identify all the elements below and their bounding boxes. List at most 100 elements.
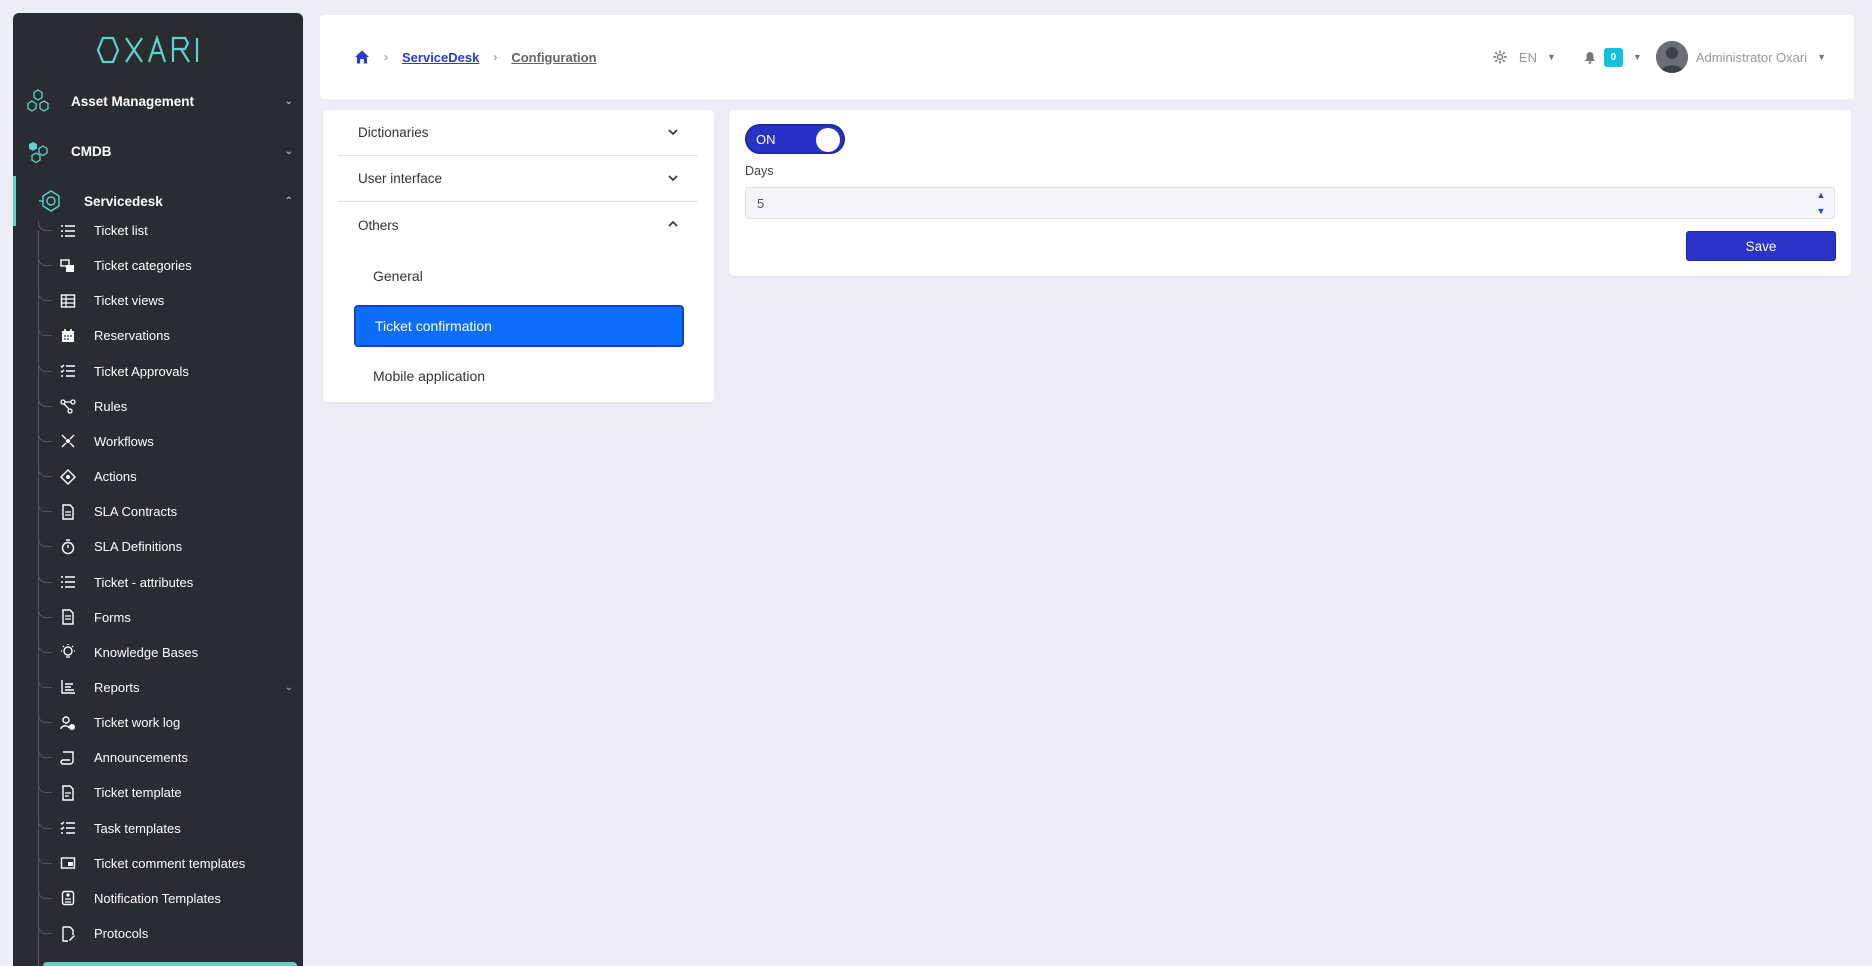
breadcrumb: › ServiceDesk › Configuration <box>354 15 597 99</box>
option-general[interactable]: General <box>354 255 684 297</box>
sidebar-item-ticket-list[interactable]: Ticket list <box>13 213 303 248</box>
sidebar-item-announcements[interactable]: Announcements <box>13 740 303 775</box>
increment-icon[interactable]: ▲ <box>1817 190 1826 200</box>
avatar <box>1655 41 1688 73</box>
active-item-indicator <box>43 962 297 966</box>
sidebar-item-forms[interactable]: Forms <box>13 600 303 635</box>
chevron-up-icon: ⌃ <box>284 195 293 207</box>
tree-connector <box>38 783 52 794</box>
tree-connector <box>38 502 52 513</box>
user-name: Administrator Oxari <box>1695 49 1808 65</box>
section-label: Dictionaries <box>358 125 429 140</box>
sidebar-item-actions[interactable]: Actions <box>13 459 303 494</box>
tree-connector <box>38 396 52 407</box>
comment-template-icon <box>60 855 76 871</box>
tree-connector <box>38 748 52 759</box>
sidebar-item-notification-templates[interactable]: Notification Templates <box>13 881 303 916</box>
tree-connector <box>38 291 52 302</box>
days-value: 5 <box>757 195 765 211</box>
sidebar-item-label: Ticket work log <box>94 715 181 731</box>
lightbulb-icon <box>60 644 76 660</box>
workflow-icon <box>60 433 76 449</box>
sidebar-item-sla-contracts[interactable]: SLA Contracts <box>13 494 303 529</box>
nav-label: Asset Management <box>71 93 195 109</box>
tree-connector <box>38 642 52 653</box>
table-icon <box>60 293 76 309</box>
checklist-icon <box>60 820 76 836</box>
calendar-icon <box>60 328 76 344</box>
chevron-down-icon <box>668 175 678 182</box>
breadcrumb-separator: › <box>384 50 388 64</box>
breadcrumb-configuration[interactable]: Configuration <box>511 50 596 65</box>
toggle-label: ON <box>756 131 776 147</box>
sidebar-item-ticket-comment-templates[interactable]: Ticket comment templates <box>13 846 303 881</box>
sidebar-item-label: Knowledge Bases <box>94 644 199 660</box>
gear-icon <box>1493 50 1507 64</box>
tree-connector <box>38 853 52 864</box>
section-user-interface[interactable]: User interface <box>338 156 698 202</box>
sidebar-item-rules[interactable]: Rules <box>13 389 303 424</box>
sidebar-item-ticket-views[interactable]: Ticket views <box>13 283 303 318</box>
sidebar-item-label: Task templates <box>94 820 181 836</box>
target-icon <box>60 468 76 485</box>
tree-connector <box>38 221 52 231</box>
sidebar-item-label: Reservations <box>94 328 170 344</box>
hex-cluster-icon <box>29 142 48 164</box>
chevron-down-icon: ⌄ <box>284 145 293 157</box>
checklist-icon <box>60 363 76 379</box>
breadcrumb-servicedesk[interactable]: ServiceDesk <box>402 50 479 65</box>
section-label: User interface <box>358 171 443 186</box>
sidebar-item-reservations[interactable]: Reservations <box>13 318 303 353</box>
days-input[interactable]: 5 ▲ ▼ <box>745 187 1835 219</box>
list-icon <box>60 574 76 590</box>
sidebar-item-label: Announcements <box>94 750 188 766</box>
notifications[interactable]: 0 ▼ <box>1584 47 1642 67</box>
language-label: EN <box>1518 49 1537 65</box>
sidebar-item-protocols[interactable]: Protocols <box>13 916 303 951</box>
number-spinner[interactable]: ▲ ▼ <box>1814 190 1828 216</box>
sidebar-item-label: Ticket comment templates <box>94 855 246 871</box>
sidebar-item-task-templates[interactable]: Task templates <box>13 811 303 846</box>
sidebar-item-label: Notification Templates <box>94 890 221 906</box>
confirmation-toggle[interactable]: ON <box>745 124 845 154</box>
language-selector[interactable]: EN ▼ <box>1493 50 1556 65</box>
oxari-logo[interactable] <box>13 35 303 70</box>
sidebar-item-ticket-template[interactable]: Ticket template <box>13 775 303 810</box>
stopwatch-icon <box>60 539 76 555</box>
sidebar-item-label: Rules <box>94 398 128 414</box>
caret-down-icon: ▼ <box>1817 52 1826 62</box>
home-icon[interactable] <box>354 49 370 65</box>
notification-count-badge: 0 <box>1603 47 1623 67</box>
save-button[interactable]: Save <box>1686 231 1836 261</box>
user-menu[interactable]: Administrator Oxari ▼ <box>1642 41 1826 73</box>
hexagons-icon <box>27 89 49 112</box>
logo-mark <box>96 35 199 64</box>
tree-connector <box>38 818 52 829</box>
decrement-icon[interactable]: ▼ <box>1817 206 1826 216</box>
section-dictionaries[interactable]: Dictionaries <box>338 110 698 156</box>
section-others[interactable]: Others <box>338 202 698 248</box>
option-ticket-confirmation[interactable]: Ticket confirmation <box>354 305 684 347</box>
sidebar-item-label: Actions <box>94 469 137 485</box>
sidebar-item-ticket-attributes[interactable]: Ticket - attributes <box>13 565 303 600</box>
tree-connector <box>38 256 52 267</box>
nav-asset-management[interactable]: Asset Management ⌄ <box>13 76 303 126</box>
list-icon <box>60 223 76 239</box>
sidebar-item-ticket-approvals[interactable]: Ticket Approvals <box>13 354 303 389</box>
top-header: › ServiceDesk › Configuration EN ▼ 0 ▼ A… <box>320 15 1854 99</box>
option-mobile-application[interactable]: Mobile application <box>354 355 684 397</box>
sidebar-item-workflows[interactable]: Workflows <box>13 424 303 459</box>
sidebar-item-ticket-categories[interactable]: Ticket categories <box>13 248 303 283</box>
sidebar-item-sla-definitions[interactable]: SLA Definitions <box>13 529 303 564</box>
caret-down-icon[interactable]: ▼ <box>1633 52 1642 62</box>
user-clock-icon <box>60 715 76 731</box>
sidebar-item-ticket-work-log[interactable]: Ticket work log <box>13 705 303 740</box>
nav-label: Servicedesk <box>84 193 163 209</box>
nav-cmdb[interactable]: CMDB ⌄ <box>13 126 303 176</box>
sidebar-item-reports[interactable]: Reports ⌄ <box>13 670 303 705</box>
sidebar-item-knowledge-bases[interactable]: Knowledge Bases <box>13 635 303 670</box>
document-icon <box>60 503 76 520</box>
sidebar-item-label: Reports <box>94 679 140 695</box>
notification-template-icon <box>60 890 76 906</box>
header-actions: EN ▼ 0 ▼ Administrator Oxari ▼ <box>1493 15 1826 99</box>
